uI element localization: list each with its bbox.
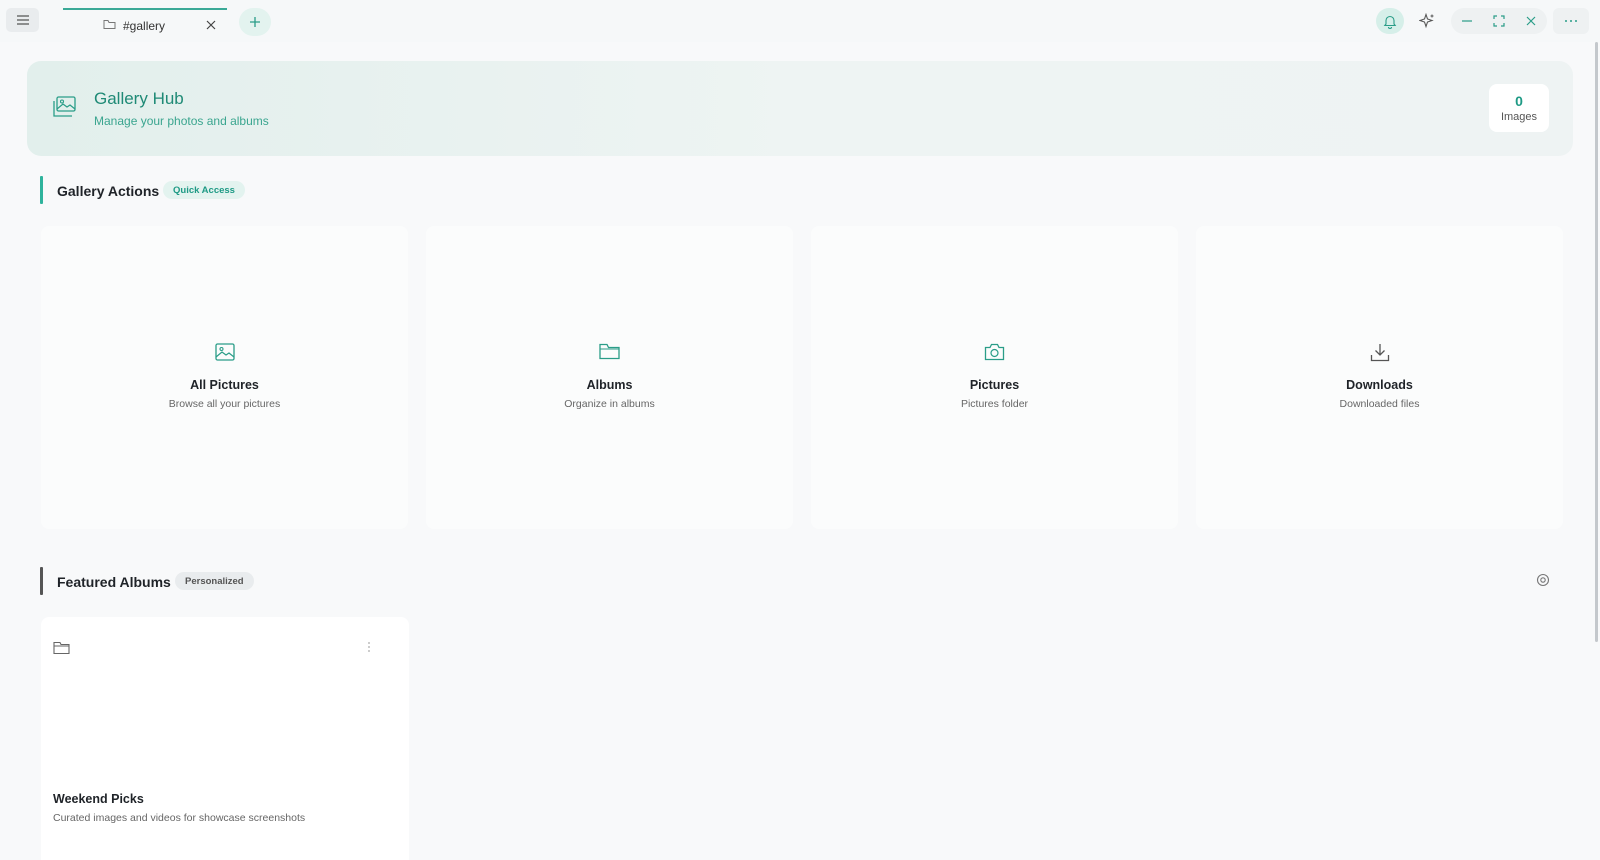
action-title: Pictures [969, 378, 1020, 392]
tab-gallery[interactable]: #gallery [63, 8, 227, 40]
image-count-badge: 0 Images [1489, 84, 1549, 132]
action-card-downloads[interactable]: Downloads Downloaded files [1196, 226, 1563, 529]
personalized-badge: Personalized [175, 572, 254, 590]
image-count-label: Images [1500, 111, 1538, 123]
page-title: Gallery Hub [94, 89, 184, 108]
album-title: Weekend Picks [53, 792, 144, 806]
action-card-albums[interactable]: Albums Organize in albums [426, 226, 793, 529]
action-title: All Pictures [190, 378, 259, 392]
section-title-gallery-actions: Gallery Actions [57, 183, 160, 199]
close-tab-icon[interactable] [205, 19, 217, 31]
bell-icon [1383, 15, 1397, 29]
action-subtitle: Organize in albums [564, 398, 655, 410]
close-window-button[interactable] [1515, 8, 1547, 34]
download-icon [1370, 344, 1389, 362]
section-accent-bar [40, 176, 43, 204]
album-subtitle: Curated images and videos for showcase s… [53, 812, 306, 824]
album-card-weekend-picks[interactable]: Weekend Picks Curated images and videos … [41, 617, 409, 860]
action-subtitle: Downloaded files [1339, 398, 1420, 410]
action-subtitle: Pictures folder [960, 398, 1029, 410]
settings-icon[interactable] [1536, 573, 1550, 587]
window-controls [1451, 8, 1547, 34]
action-title: Albums [586, 378, 633, 392]
maximize-icon [1493, 15, 1505, 27]
hamburger-icon [16, 15, 29, 25]
new-tab-button[interactable] [239, 8, 271, 36]
quick-access-badge: Quick Access [163, 181, 245, 199]
image-count-value: 0 [1515, 93, 1523, 109]
action-card-pictures[interactable]: Pictures Pictures folder [811, 226, 1178, 529]
page-subtitle: Manage your photos and albums [94, 114, 269, 128]
minimize-button[interactable] [1451, 8, 1483, 34]
image-icon [214, 343, 235, 361]
menu-button[interactable] [6, 8, 39, 32]
action-card-all-pictures[interactable]: All Pictures Browse all your pictures [41, 226, 408, 529]
camera-icon [984, 343, 1005, 361]
folder-icon [53, 641, 70, 655]
assistant-button[interactable] [1413, 8, 1441, 34]
action-subtitle: Browse all your pictures [168, 398, 281, 410]
folder-icon [103, 20, 116, 29]
section-accent-bar [40, 567, 43, 595]
more-options-button[interactable] [1553, 8, 1589, 34]
gallery-hub-header: Gallery Hub Manage your photos and album… [27, 61, 1573, 156]
notifications-button[interactable] [1376, 8, 1404, 34]
gallery-icon [53, 96, 76, 117]
maximize-button[interactable] [1483, 8, 1515, 34]
action-title: Downloads [1346, 378, 1413, 392]
kebab-menu-icon[interactable] [367, 641, 371, 653]
sparkle-icon [1419, 13, 1434, 29]
plus-icon [250, 17, 260, 27]
minimize-icon [1462, 20, 1472, 22]
close-icon [1526, 16, 1536, 26]
folder-icon [599, 343, 620, 360]
scrollbar[interactable] [1595, 42, 1598, 642]
ellipsis-icon [1565, 20, 1577, 22]
section-title-featured-albums: Featured Albums [57, 574, 171, 590]
tab-label: #gallery [123, 19, 166, 33]
title-bar: #gallery [0, 0, 1600, 42]
